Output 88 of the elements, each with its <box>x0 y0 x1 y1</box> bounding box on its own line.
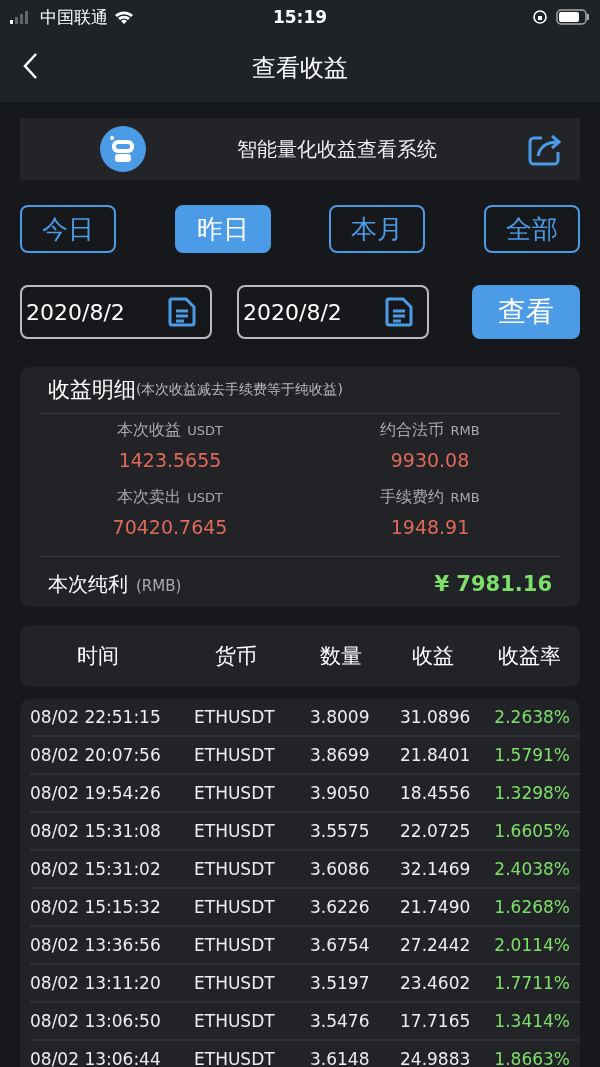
profit-cell-text: 21.8401 <box>399 745 472 765</box>
profit-cell-text: 18.4556 <box>399 783 472 803</box>
profit-cell-text: 17.7165 <box>399 1011 472 1031</box>
end-date-field[interactable]: 2020/8/2 <box>237 285 429 339</box>
rate-cell-text: 2.2638% <box>493 707 571 727</box>
quantity-cell-text: 3.5575 <box>309 821 371 841</box>
battery-icon <box>556 9 590 25</box>
quantity-cell-text: 3.8699 <box>309 745 371 765</box>
column-header: 数量 <box>320 643 363 670</box>
column-header: 收益 <box>412 643 455 670</box>
quantity-cell-text: 3.6148 <box>309 1049 371 1067</box>
quantity-cell-text: 3.5197 <box>309 973 371 993</box>
time-cell-text: 08/02 13:06:50 <box>30 1011 162 1031</box>
profit-cell-text: 27.2442 <box>399 935 472 955</box>
stat-unit: USDT <box>187 490 223 505</box>
time-cell-text: 08/02 20:07:56 <box>30 745 162 765</box>
net-profit-unit: (RMB) <box>136 577 182 595</box>
profit-cell-text: 21.7490 <box>399 897 472 917</box>
rate-cell-text: 1.8663% <box>493 1049 571 1067</box>
rate-cell-text: 1.3298% <box>493 783 571 803</box>
currency-cell-text: ETHUSDT <box>194 1011 276 1031</box>
rotation-lock-icon <box>532 9 548 25</box>
column-header: 收益率 <box>498 643 561 670</box>
column-header: 时间 <box>77 643 120 670</box>
rate-cell-text: 1.7711% <box>493 973 571 993</box>
currency-cell-text: ETHUSDT <box>194 745 276 765</box>
period-tab[interactable]: 全部 <box>483 205 580 253</box>
time-cell-text: 08/02 15:15:32 <box>30 897 162 917</box>
stat-unit: USDT <box>187 423 223 438</box>
stat-value: 1423.5655 <box>118 449 222 471</box>
currency-cell-text: ETHUSDT <box>194 935 276 955</box>
stat-value: 1948.91 <box>390 516 470 538</box>
currency-cell-text: ETHUSDT <box>194 783 276 803</box>
period-tab[interactable]: 今日 <box>20 205 116 253</box>
share-button[interactable] <box>528 132 564 166</box>
document-icon <box>385 297 413 327</box>
currency-cell-text: ETHUSDT <box>194 859 276 879</box>
quantity-cell-text: 3.6226 <box>309 897 371 917</box>
banner-title: 智能量化收益查看系统 <box>236 135 438 163</box>
time-cell-text: 08/02 13:36:56 <box>30 935 162 955</box>
time-cell-text: 08/02 15:31:02 <box>30 859 162 879</box>
robot-icon <box>100 126 146 172</box>
profit-cell-text: 22.0725 <box>399 821 472 841</box>
summary-title: 收益明细 <box>48 376 136 404</box>
stat-label: 约合法币 <box>380 420 445 441</box>
currency-cell-text: ETHUSDT <box>194 707 276 727</box>
period-tab[interactable]: 本月 <box>329 205 426 253</box>
quantity-cell-text: 3.6086 <box>309 859 371 879</box>
stat-label: 本次卖出 <box>117 487 182 508</box>
stat-unit: RMB <box>450 423 480 438</box>
document-icon <box>168 297 196 327</box>
column-header: 货币 <box>214 643 257 670</box>
stat-label: 手续费约 <box>380 487 445 508</box>
rate-cell-text: 1.6605% <box>493 821 571 841</box>
stat-value: 70420.7645 <box>112 516 228 538</box>
currency-cell-text: ETHUSDT <box>194 897 276 917</box>
rate-cell-text: 2.0114% <box>493 935 571 955</box>
time-cell-text: 08/02 15:31:08 <box>30 821 162 841</box>
rate-cell-text: 1.5791% <box>493 745 571 765</box>
stat-label: 本次收益 <box>117 420 182 441</box>
stat-unit: RMB <box>450 490 480 505</box>
currency-cell-text: ETHUSDT <box>194 1049 276 1067</box>
net-profit-value: ¥ 7981.16 <box>434 572 552 596</box>
quantity-cell-text: 3.8009 <box>309 707 371 727</box>
summary-note: (本次收益减去手续费等于纯收益) <box>136 381 343 399</box>
currency-cell-text: ETHUSDT <box>194 973 276 993</box>
profit-cell-text: 31.0896 <box>399 707 472 727</box>
time-cell-text: 08/02 22:51:15 <box>30 707 162 727</box>
stat-value: 9930.08 <box>390 449 470 471</box>
time-cell-text: 08/02 19:54:26 <box>30 783 162 803</box>
start-date-field[interactable]: 2020/8/2 <box>20 285 212 339</box>
time-cell-text: 08/02 13:06:44 <box>30 1049 162 1067</box>
quantity-cell-text: 3.6754 <box>309 935 371 955</box>
currency-cell-text: ETHUSDT <box>194 821 276 841</box>
wifi-icon <box>114 9 134 25</box>
net-profit-label: 本次纯利 <box>48 571 128 598</box>
quantity-cell-text: 3.9050 <box>309 783 371 803</box>
profit-cell-text: 23.4602 <box>399 973 472 993</box>
profit-cell-text: 32.1469 <box>399 859 472 879</box>
rate-cell-text: 1.3414% <box>493 1011 571 1031</box>
rate-cell-text: 2.4038% <box>493 859 571 879</box>
quantity-cell-text: 3.5476 <box>309 1011 371 1031</box>
clock-time: 15:19 <box>272 7 328 27</box>
page-title: 查看收益 <box>252 53 348 84</box>
time-cell-text: 08/02 13:11:20 <box>30 973 162 993</box>
rate-cell-text: 1.6268% <box>493 897 571 917</box>
profit-cell-text: 24.9883 <box>399 1049 472 1067</box>
carrier-name: 中国联通 <box>40 5 108 29</box>
